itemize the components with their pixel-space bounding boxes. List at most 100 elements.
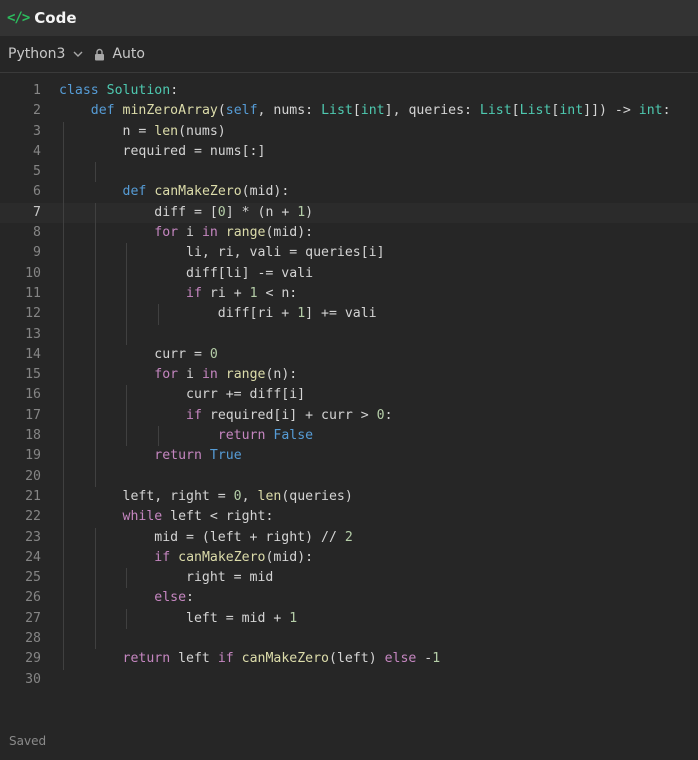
line-code: curr += diff[i] [59, 387, 306, 403]
line-number: 25 [25, 570, 41, 586]
line-code: for i in range(n): [154, 367, 298, 383]
line-code: def canMakeZero(mid): [122, 184, 290, 200]
chevron-down-icon [73, 51, 83, 57]
line-number: 28 [25, 631, 41, 647]
code-line[interactable]: 12 diff[ri + 1] += vali [0, 304, 698, 325]
code-line[interactable]: 21 left, right = 0, len(queries) [0, 486, 698, 508]
line-number: 23 [25, 529, 41, 545]
code-line[interactable]: 13 [0, 324, 698, 345]
line-code: diff[li] -= vali [59, 265, 314, 281]
code-line[interactable]: 25 right = mid [0, 568, 698, 589]
code-line[interactable]: 19 return True [0, 446, 698, 467]
line-number: 16 [25, 387, 41, 403]
line-number: 21 [25, 488, 41, 504]
line-number: 10 [25, 265, 41, 281]
code-line[interactable]: 3 n = len(nums) [0, 121, 698, 142]
line-number: 30 [25, 671, 41, 687]
code-brackets-icon: </> [7, 10, 30, 26]
code-line[interactable]: 28 [0, 629, 698, 650]
line-code: if ri + 1 < n: [186, 285, 298, 301]
line-code: li, ri, vali = queries[i] [59, 245, 385, 261]
language-selector[interactable]: Python3 [8, 46, 84, 62]
line-code: while left < right: [122, 509, 274, 525]
code-line[interactable]: 27 left = mid + 1 [0, 608, 698, 630]
line-code: required = nums[:] [59, 143, 266, 159]
code-line[interactable]: 4 required = nums[:] [0, 141, 698, 163]
code-line[interactable]: 29 return left if canMakeZero(left) else… [0, 649, 698, 670]
line-code: n = len(nums) [59, 123, 226, 139]
line-number: 6 [33, 184, 41, 200]
indent-guide [94, 466, 96, 487]
line-number: 29 [25, 651, 41, 667]
code-line[interactable]: 16 curr += diff[i] [0, 385, 698, 406]
code-line[interactable]: 18 return False [0, 426, 698, 447]
indent-guide [94, 324, 96, 345]
line-number: 14 [25, 346, 41, 362]
code-line[interactable]: 20 [0, 466, 698, 487]
code-line[interactable]: 7 diff = [0] * (n + 1) [0, 202, 698, 224]
code-line[interactable]: 14 curr = 0 [0, 344, 698, 366]
line-code: diff = [0] * (n + 1) [59, 204, 314, 220]
line-number: 20 [25, 468, 41, 484]
line-number: 17 [25, 407, 41, 423]
line-code: return left if canMakeZero(left) else -1 [122, 651, 441, 667]
code-line[interactable]: 30 [0, 670, 698, 690]
line-number: 13 [25, 326, 41, 342]
line-number: 2 [33, 103, 41, 119]
code-line[interactable]: 2 def minZeroArray(self, nums: List[int]… [0, 101, 698, 121]
code-line[interactable]: 6 def canMakeZero(mid): [0, 182, 698, 203]
panel-header: </> Code [0, 0, 698, 36]
line-code: left = mid + 1 [59, 610, 298, 626]
language-label: Python3 [8, 46, 66, 62]
code-line[interactable]: 8 for i in range(mid): [0, 223, 698, 244]
line-code: curr = 0 [59, 346, 218, 362]
code-line[interactable]: 10 diff[li] -= vali [0, 263, 698, 284]
line-number: 4 [33, 143, 41, 159]
line-number: 18 [25, 428, 41, 444]
line-code: return False [217, 428, 314, 444]
indent-guide [62, 324, 64, 345]
line-code: def minZeroArray(self, nums: List[int], … [90, 103, 671, 119]
code-editor[interactable]: 1 class Solution: 2 def minZeroArray(self,… [0, 81, 698, 690]
line-code: left, right = 0, len(queries) [59, 488, 353, 504]
indent-guide [94, 629, 96, 650]
line-code: if required[i] + curr > 0: [186, 407, 393, 423]
indent-guide [62, 629, 64, 650]
line-code: if canMakeZero(mid): [154, 549, 314, 565]
indent-guide [94, 162, 96, 183]
code-line[interactable]: 5 [0, 162, 698, 183]
code-line[interactable]: 17 if required[i] + curr > 0: [0, 405, 698, 427]
line-number: 1 [33, 83, 41, 98]
indent-guide [62, 466, 64, 487]
code-panel: </> Code Python3 Auto 1 class Solution: 2 … [0, 0, 698, 760]
line-number: 22 [25, 509, 41, 525]
line-code: mid = (left + right) // 2 [59, 529, 353, 545]
auto-mode-label: Auto [112, 46, 145, 62]
line-number: 19 [25, 448, 41, 464]
line-number: 3 [33, 123, 41, 139]
line-code: class Solution: [59, 83, 179, 98]
line-code: else: [154, 590, 194, 606]
line-number: 15 [25, 367, 41, 383]
code-line[interactable]: 15 for i in range(n): [0, 365, 698, 386]
line-number: 11 [25, 285, 41, 301]
line-number: 12 [25, 306, 41, 322]
save-status: Saved [9, 734, 47, 748]
line-code: right = mid [59, 570, 274, 586]
code-line[interactable]: 26 else: [0, 588, 698, 609]
auto-mode-toggle[interactable]: Auto [94, 46, 145, 62]
code-line[interactable]: 24 if canMakeZero(mid): [0, 547, 698, 569]
line-number: 26 [25, 590, 41, 606]
code-line[interactable]: 11 if ri + 1 < n: [0, 283, 698, 305]
code-line[interactable]: 9 li, ri, vali = queries[i] [0, 243, 698, 264]
line-number: 7 [33, 204, 41, 220]
editor-toolbar: Python3 Auto [0, 36, 698, 73]
code-line[interactable]: 1 class Solution: [0, 81, 698, 101]
line-number: 27 [25, 610, 41, 626]
code-line[interactable]: 22 while left < right: [0, 507, 698, 528]
line-number: 5 [33, 164, 41, 180]
code-line[interactable]: 23 mid = (left + right) // 2 [0, 527, 698, 548]
line-number: 8 [33, 225, 41, 241]
line-code: return True [154, 448, 242, 464]
indent-guide [126, 324, 128, 345]
